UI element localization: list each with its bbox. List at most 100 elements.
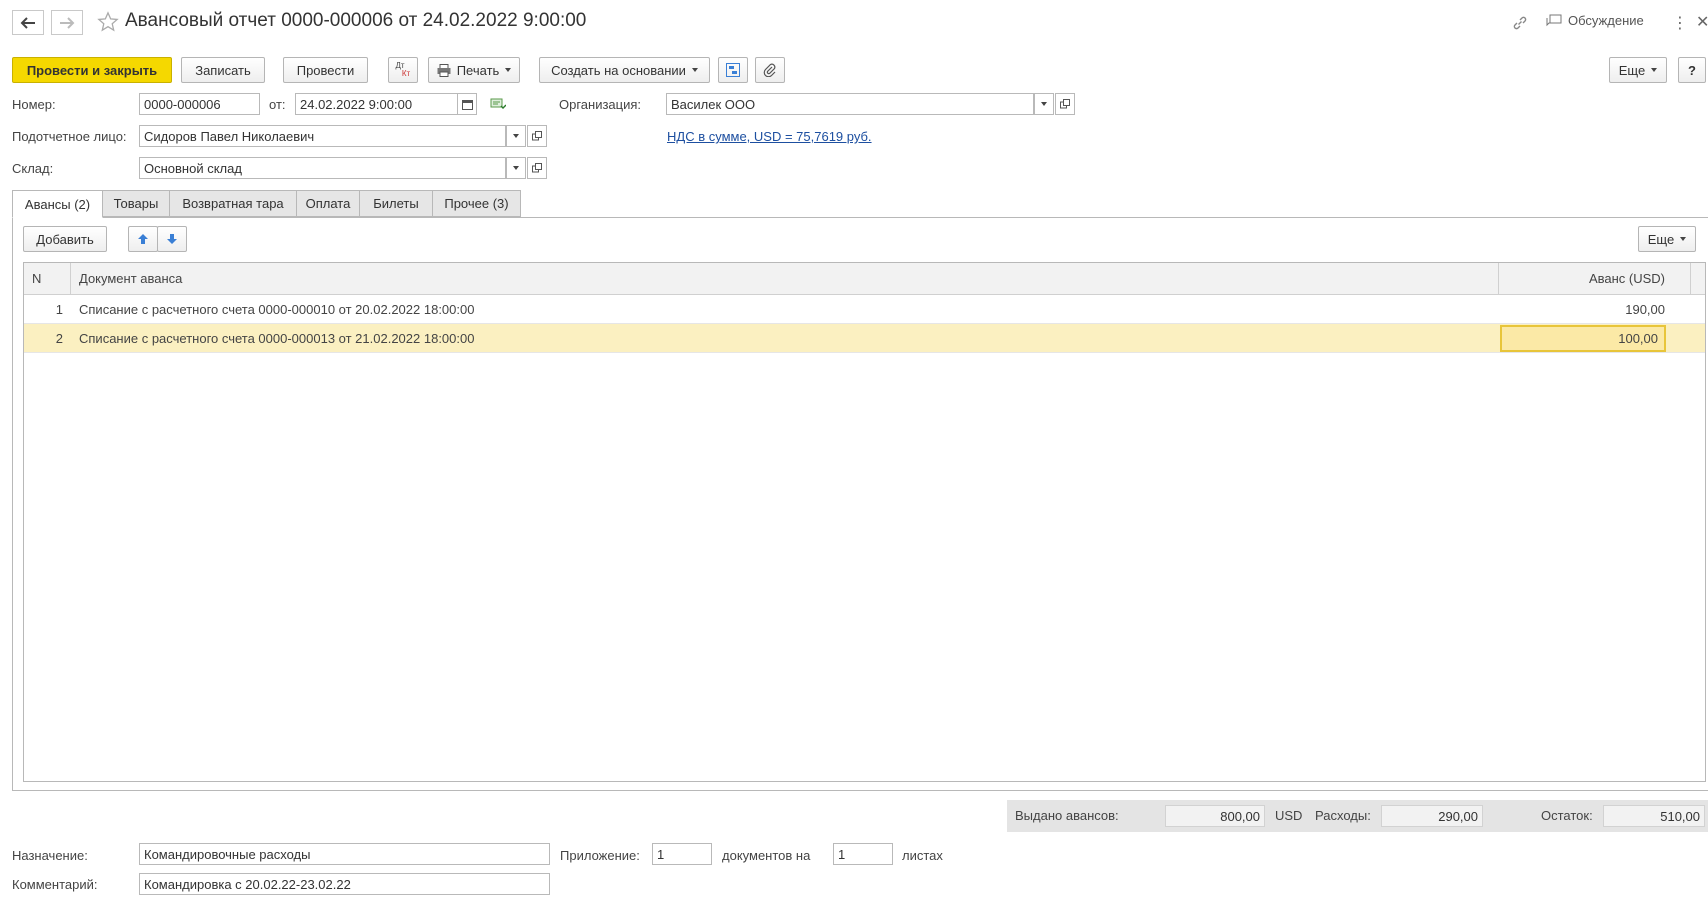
number-label: Номер: [12, 97, 56, 112]
tab-returnable-packaging[interactable]: Возвратная тара [169, 190, 297, 217]
forward-button[interactable] [51, 10, 83, 35]
tab-other[interactable]: Прочее (3) [432, 190, 521, 217]
table-more-label: Еще [1647, 231, 1675, 247]
row-document: Списание с расчетного счета 0000-000013 … [79, 330, 475, 346]
warehouse-open-button[interactable] [527, 157, 547, 179]
column-divider [1690, 263, 1691, 295]
chevron-down-icon [691, 68, 698, 72]
help-button[interactable]: ? [1678, 57, 1706, 83]
organization-label: Организация: [559, 97, 642, 112]
table-row[interactable]: 1 Списание с расчетного счета 0000-00001… [24, 295, 1705, 324]
tab-goods[interactable]: Товары [102, 190, 170, 217]
person-open-button[interactable] [527, 125, 547, 147]
print-button[interactable]: Печать [428, 57, 520, 83]
more-button[interactable]: Еще [1609, 57, 1667, 83]
person-label: Подотчетное лицо: [12, 129, 127, 144]
column-header-n[interactable]: N [32, 263, 41, 294]
attachment-sheets-field[interactable]: 1 [833, 843, 893, 865]
expenses-value: 290,00 [1381, 805, 1483, 827]
warehouse-label: Склад: [12, 161, 54, 176]
open-window-icon [532, 131, 542, 141]
print-label: Печать [456, 62, 500, 78]
link-icon[interactable] [1512, 15, 1528, 31]
create-based-on-label: Создать на основании [551, 62, 686, 78]
expenses-label: Расходы: [1315, 808, 1371, 823]
vat-link[interactable]: НДС в сумме, USD = 75,7619 руб. [667, 129, 872, 144]
chevron-down-icon [513, 134, 519, 138]
more-vert-icon[interactable]: ⋮ [1672, 13, 1688, 33]
post-and-close-button[interactable]: Провести и закрыть [12, 57, 172, 83]
add-row-button[interactable]: Добавить [23, 226, 107, 252]
comment-field[interactable]: Командировка с 20.02.22-23.02.22 [139, 873, 550, 895]
date-label: от: [269, 97, 286, 112]
amount-edit-cell[interactable]: 100,00 [1500, 325, 1666, 352]
calendar-button[interactable] [457, 93, 477, 115]
organization-field[interactable]: Василек ООО [666, 93, 1034, 115]
column-divider [1498, 263, 1499, 295]
comment-label: Комментарий: [12, 877, 98, 892]
person-field[interactable]: Сидоров Павел Николаевич [139, 125, 506, 147]
warehouse-dropdown-button[interactable] [506, 157, 526, 179]
chevron-down-icon [1651, 68, 1658, 72]
calendar-icon [461, 99, 473, 110]
arrow-down-icon [167, 234, 177, 244]
chat-icon [1546, 14, 1562, 26]
discussion-button[interactable]: Обсуждение [1546, 13, 1644, 28]
organization-open-button[interactable] [1055, 93, 1075, 115]
back-button[interactable] [12, 10, 44, 35]
arrow-up-icon [138, 234, 148, 244]
numbering-settings-icon[interactable] [490, 97, 506, 111]
issued-value: 800,00 [1165, 805, 1265, 827]
paperclip-icon [763, 63, 776, 77]
chevron-down-icon [513, 166, 519, 170]
favorite-star-icon[interactable] [97, 11, 119, 33]
structure-button[interactable] [718, 57, 748, 83]
purpose-label: Назначение: [12, 848, 88, 863]
attach-button[interactable] [755, 57, 785, 83]
purpose-field[interactable]: Командировочные расходы [139, 843, 550, 865]
arrow-right-icon [60, 16, 75, 29]
table-header: N Документ аванса Аванс (USD) [24, 263, 1705, 295]
row-amount: 190,00 [1625, 301, 1665, 317]
attachment-docs-field[interactable]: 1 [652, 843, 712, 865]
create-based-on-button[interactable]: Создать на основании [539, 57, 710, 83]
row-document: Списание с расчетного счета 0000-000010 … [79, 301, 475, 317]
more-label: Еще [1618, 62, 1646, 78]
number-field[interactable]: 0000-000006 [139, 93, 260, 115]
row-amount: 100,00 [1618, 331, 1658, 346]
table-row-selected[interactable]: 2 Списание с расчетного счета 0000-00001… [24, 324, 1705, 353]
advances-table[interactable]: N Документ аванса Аванс (USD) 1 Списание… [23, 262, 1706, 782]
open-window-icon [1060, 99, 1070, 109]
save-button[interactable]: Записать [181, 57, 265, 83]
move-down-button[interactable] [157, 226, 187, 252]
open-window-icon [532, 163, 542, 173]
attachment-label: Приложение: [560, 848, 640, 863]
chevron-down-icon [505, 68, 512, 72]
organization-dropdown-button[interactable] [1034, 93, 1054, 115]
date-field[interactable]: 24.02.2022 9:00:00 [295, 93, 458, 115]
currency-label: USD [1275, 808, 1303, 823]
issued-label: Выдано авансов: [1015, 808, 1119, 823]
tab-payment[interactable]: Оплата [296, 190, 360, 217]
column-header-amount[interactable]: Аванс (USD) [1589, 263, 1665, 294]
kt-label: Кт [401, 69, 411, 78]
discussion-label: Обсуждение [1568, 13, 1644, 28]
page-title: Авансовый отчет 0000-000006 от 24.02.202… [125, 10, 587, 31]
dt-kt-button[interactable]: Дт Кт [388, 57, 418, 83]
structure-icon [726, 63, 740, 77]
printer-icon [437, 63, 451, 77]
column-header-document[interactable]: Документ аванса [79, 263, 182, 294]
totals-bar: Выдано авансов: 800,00 USD Расходы: 290,… [1007, 800, 1708, 832]
close-icon[interactable]: ✕ [1696, 12, 1708, 32]
tab-tickets[interactable]: Билеты [359, 190, 433, 217]
balance-label: Остаток: [1541, 808, 1593, 823]
post-button[interactable]: Провести [283, 57, 368, 83]
row-number: 1 [55, 301, 63, 317]
tab-advances[interactable]: Авансы (2) [12, 190, 103, 218]
person-dropdown-button[interactable] [506, 125, 526, 147]
table-more-button[interactable]: Еще [1638, 226, 1696, 252]
move-up-button[interactable] [128, 226, 158, 252]
warehouse-field[interactable]: Основной склад [139, 157, 506, 179]
sheets-label: листах [902, 848, 943, 863]
docs-on-label: документов на [722, 848, 811, 863]
